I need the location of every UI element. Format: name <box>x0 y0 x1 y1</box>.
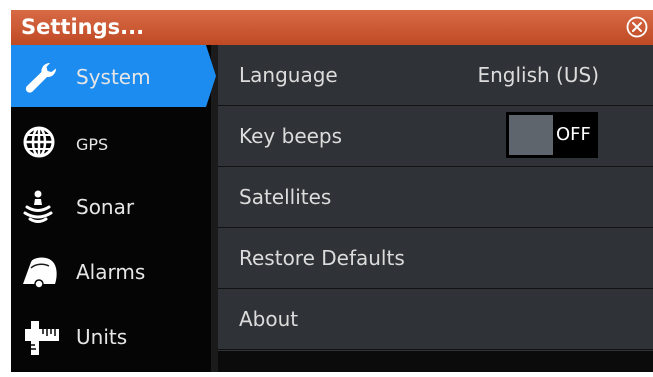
sidebar-item-label: System <box>76 65 151 89</box>
sidebar-item-label: Alarms <box>76 260 146 284</box>
sidebar-item-label: GPS <box>76 135 109 154</box>
language-value: English (US) <box>477 63 599 87</box>
row-label: About <box>239 307 299 331</box>
toggle-knob <box>509 115 553 155</box>
sidebar: System GPS Sonar Alarms Units <box>11 45 216 372</box>
settings-row-about[interactable]: About <box>218 289 653 350</box>
wrench-icon <box>25 63 56 93</box>
globe-icon <box>23 126 55 158</box>
title-bar: Settings... <box>11 10 653 45</box>
row-label: Key beeps <box>239 124 343 148</box>
ruler-icon <box>25 321 59 355</box>
sidebar-item-gps[interactable]: GPS <box>11 110 211 175</box>
settings-row-satellites[interactable]: Satellites <box>218 167 653 228</box>
sidebar-item-label: Units <box>76 325 128 349</box>
row-label: Satellites <box>239 185 332 209</box>
row-label: Language <box>239 63 338 87</box>
sidebar-item-label: Sonar <box>76 195 135 219</box>
dialog-title: Settings... <box>21 15 145 39</box>
sidebar-item-alarms[interactable]: Alarms <box>11 240 211 305</box>
settings-dialog: Settings... System GPS Sonar Alarms Unit… <box>11 10 653 372</box>
settings-row-language[interactable]: Language English (US) <box>218 45 653 106</box>
settings-panel: Language English (US) Key beeps OFF Sate… <box>218 45 653 351</box>
sidebar-item-system[interactable]: System <box>11 45 216 107</box>
settings-row-key-beeps: Key beeps OFF <box>218 106 653 167</box>
settings-row-restore-defaults[interactable]: Restore Defaults <box>218 228 653 289</box>
bottom-bar <box>218 351 653 372</box>
key-beeps-toggle[interactable]: OFF <box>506 112 598 158</box>
close-icon[interactable] <box>626 16 648 38</box>
sonar-icon <box>23 190 53 223</box>
row-label: Restore Defaults <box>239 246 405 270</box>
sidebar-item-units[interactable]: Units <box>11 305 211 370</box>
toggle-state: OFF <box>556 124 591 145</box>
sidebar-item-sonar[interactable]: Sonar <box>11 175 211 240</box>
alarm-bell-icon <box>23 257 57 289</box>
